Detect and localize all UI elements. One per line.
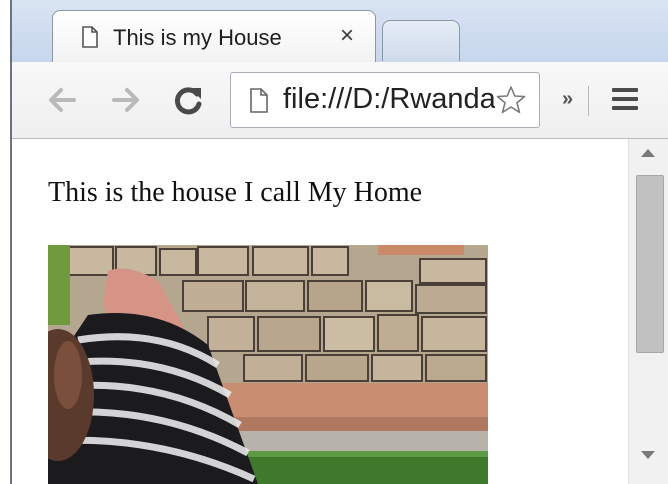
toolbar: file:///D:/Rwanda »: [12, 62, 668, 139]
url-text[interactable]: file:///D:/Rwanda: [283, 83, 495, 116]
reload-icon[interactable]: [170, 80, 206, 120]
back-arrow-icon[interactable]: [44, 80, 80, 120]
scrollbar-thumb[interactable]: [636, 175, 664, 353]
address-bar[interactable]: file:///D:/Rwanda: [230, 72, 540, 128]
vertical-scrollbar[interactable]: [628, 139, 668, 484]
page-content: This is the house I call My Home: [12, 139, 628, 484]
tab-close-icon[interactable]: ×: [335, 21, 359, 51]
hamburger-menu-icon[interactable]: [612, 88, 638, 112]
tab-title: This is my House: [113, 25, 282, 50]
tab-this-is-my-house[interactable]: This is my House ×: [52, 10, 376, 63]
new-tab-button[interactable]: [382, 20, 460, 61]
toolbar-divider: [588, 86, 589, 116]
bookmark-star-icon[interactable]: [495, 84, 527, 116]
scroll-down-arrow-icon[interactable]: [641, 451, 655, 459]
tab-strip: This is my House ×: [12, 0, 668, 63]
browser-window: This is my House × file:///D:/Rwanda » T…: [10, 0, 668, 484]
house-photo: [48, 245, 488, 484]
forward-arrow-icon[interactable]: [108, 80, 144, 120]
scroll-up-arrow-icon[interactable]: [641, 149, 655, 157]
page-icon: [82, 26, 98, 48]
page-icon: [250, 88, 268, 113]
overflow-chevron-icon[interactable]: »: [562, 88, 573, 111]
page-heading: This is the house I call My Home: [48, 177, 423, 208]
